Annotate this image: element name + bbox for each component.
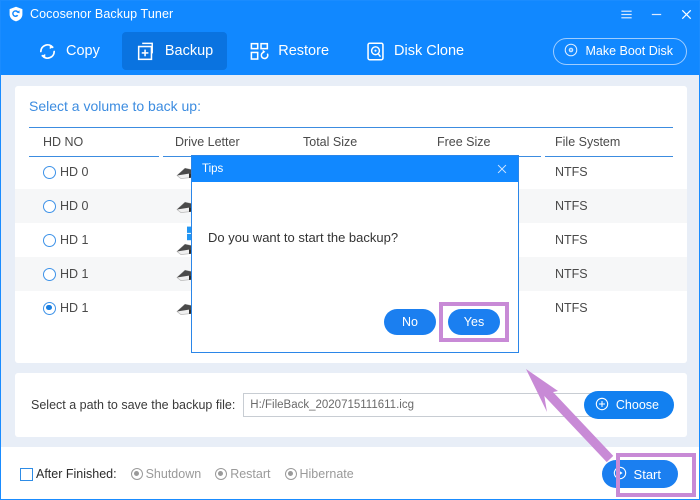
dialog-message: Do you want to start the backup? xyxy=(208,230,399,245)
dialog-title-bar: Tips xyxy=(192,156,518,182)
app-window: Cocosenor Backup Tuner Copy Backup Resto… xyxy=(0,0,700,500)
column-header-free-size: Free Size xyxy=(437,135,491,149)
dialog-no-button[interactable]: No xyxy=(384,309,436,335)
window-title: Cocosenor Backup Tuner xyxy=(30,7,174,21)
row-hd-no-cell[interactable]: HD 1 xyxy=(43,257,88,291)
column-header-file-system: File System xyxy=(555,135,621,149)
backup-plus-icon xyxy=(136,41,157,62)
row-radio[interactable] xyxy=(43,233,56,247)
row-radio[interactable] xyxy=(43,165,56,179)
row-radio[interactable] xyxy=(43,199,56,213)
start-button-label: Start xyxy=(633,466,661,482)
row-hd-no-cell[interactable]: HD 1 xyxy=(43,291,88,325)
tab-restore[interactable]: Restore xyxy=(235,32,343,70)
option-restart[interactable]: Restart xyxy=(215,467,271,481)
bottom-bar: After Finished: Shutdown Restart Hiberna… xyxy=(1,447,699,499)
tab-backup-label: Backup xyxy=(164,43,214,59)
option-hibernate[interactable]: Hibernate xyxy=(284,467,354,481)
row-file-system-cell: NTFS xyxy=(555,165,588,179)
tab-copy[interactable]: Copy xyxy=(23,32,114,70)
dialog-yes-button[interactable]: Yes xyxy=(448,309,500,335)
row-file-system-cell: NTFS xyxy=(555,233,588,247)
after-finished-label: After Finished: xyxy=(36,467,117,481)
row-hd-no-label: HD 1 xyxy=(60,267,89,281)
column-header-drive-letter: Drive Letter xyxy=(175,135,240,149)
main-toolbar: Copy Backup Restore Disk Clone Make Boot… xyxy=(1,27,699,75)
restore-blocks-icon xyxy=(249,41,270,62)
backup-path-input[interactable]: H:/FileBack_2020715111611.icg xyxy=(243,393,601,417)
make-boot-disk-button[interactable]: Make Boot Disk xyxy=(553,37,687,65)
hamburger-icon[interactable] xyxy=(611,1,641,27)
title-bar: Cocosenor Backup Tuner xyxy=(1,1,699,27)
row-hd-no-label: HD 1 xyxy=(60,233,89,247)
tab-disk-clone-label: Disk Clone xyxy=(394,43,465,59)
row-file-system-cell: NTFS xyxy=(555,301,588,315)
disc-icon xyxy=(564,43,578,60)
tab-restore-label: Restore xyxy=(278,43,330,59)
row-radio-selected[interactable] xyxy=(43,301,56,315)
column-header-hd-no: HD NO xyxy=(43,135,84,149)
column-header-total-size: Total Size xyxy=(303,135,358,149)
choose-button[interactable]: Choose xyxy=(583,391,674,419)
path-bar: Select a path to save the backup file: H… xyxy=(15,373,687,437)
hibernate-radio[interactable] xyxy=(284,468,297,480)
panel-title: Select a volume to back up: xyxy=(29,98,201,114)
row-radio[interactable] xyxy=(43,267,56,281)
row-hd-no-label: HD 0 xyxy=(60,199,89,213)
tab-backup[interactable]: Backup xyxy=(121,32,228,70)
option-shutdown[interactable]: Shutdown xyxy=(130,467,202,481)
row-file-system-cell: NTFS xyxy=(555,199,588,213)
path-label: Select a path to save the backup file: xyxy=(31,398,236,412)
row-hd-no-cell[interactable]: HD 1 xyxy=(43,223,88,257)
shutdown-radio[interactable] xyxy=(130,468,143,480)
row-hd-no-label: HD 0 xyxy=(60,165,89,179)
close-icon[interactable] xyxy=(671,1,699,27)
option-restart-label: Restart xyxy=(230,467,271,481)
make-boot-disk-label: Make Boot Disk xyxy=(585,44,673,58)
option-hibernate-label: Hibernate xyxy=(299,467,354,481)
row-hd-no-cell[interactable]: HD 0 xyxy=(43,155,88,189)
after-finished-checkbox[interactable] xyxy=(20,467,33,481)
row-hd-no-cell[interactable]: HD 0 xyxy=(43,189,88,223)
option-shutdown-label: Shutdown xyxy=(145,467,202,481)
start-button[interactable]: Start xyxy=(601,460,678,488)
plus-circle-icon xyxy=(595,397,609,414)
row-hd-no-label: HD 1 xyxy=(60,301,89,315)
dialog-title: Tips xyxy=(202,163,224,175)
row-file-system-cell: NTFS xyxy=(555,267,588,281)
minimize-icon[interactable] xyxy=(641,1,671,27)
tab-copy-label: Copy xyxy=(66,43,100,59)
copy-refresh-icon xyxy=(37,41,58,62)
tab-disk-clone[interactable]: Disk Clone xyxy=(351,32,478,70)
choose-button-label: Choose xyxy=(615,398,659,412)
app-logo-icon xyxy=(8,6,24,22)
disk-clone-icon xyxy=(365,41,386,62)
play-circle-icon xyxy=(613,466,627,483)
panel-divider xyxy=(29,127,673,128)
restart-radio[interactable] xyxy=(215,468,228,480)
dialog-close-icon[interactable] xyxy=(486,156,518,182)
